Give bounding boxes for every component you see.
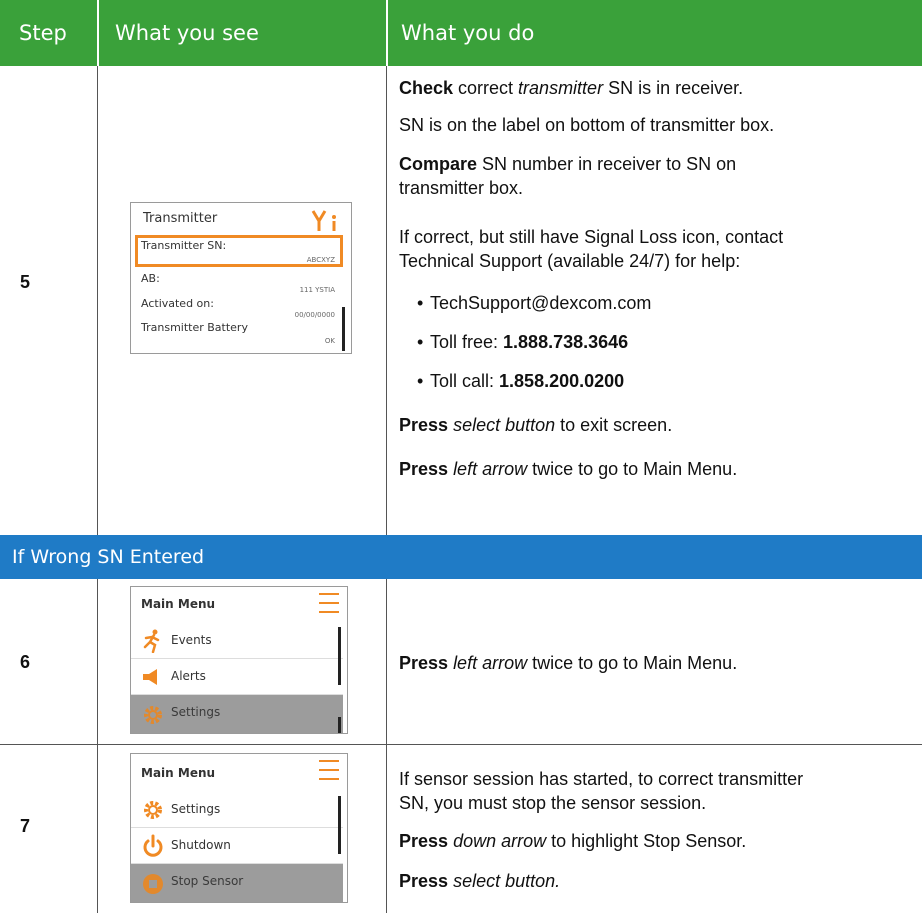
- signal-loss-info-icon: [311, 210, 336, 231]
- menu-item-settings: Settings: [131, 695, 343, 733]
- menu-icon: [319, 760, 339, 787]
- instruction-line: Press select button.: [399, 871, 561, 891]
- transmitter-screen: Transmitter Transmitter SN: ABCXYZ AB: 1…: [130, 202, 352, 354]
- screen-title: Main Menu: [141, 766, 216, 780]
- instruction-line: Press down arrow to highlight Stop Senso…: [399, 831, 747, 851]
- screen-item-label: AB:: [141, 272, 160, 285]
- scrollbar: [338, 627, 341, 685]
- column-divider: [386, 66, 387, 535]
- column-divider: [386, 579, 387, 913]
- menu-item-label: Alerts: [171, 669, 206, 683]
- menu-item-stop-sensor: Stop Sensor: [131, 864, 343, 902]
- screen-title: Transmitter: [143, 211, 218, 226]
- instruction-line: Check correct transmitter SN is in recei…: [399, 78, 744, 98]
- toll-call-number: Toll call: 1.858.200.0200: [417, 370, 624, 392]
- running-person-icon: [143, 629, 160, 653]
- instruction-line: If sensor session has started, to correc…: [399, 769, 804, 789]
- instruction-line: Press select button to exit screen.: [399, 415, 673, 435]
- main-menu-screen: Main Menu Settings Shutdown Stop Sensor: [130, 753, 348, 903]
- header-what-you-do: What you do: [386, 0, 922, 66]
- menu-icon: [319, 593, 339, 620]
- speaker-icon: [143, 669, 157, 685]
- instruction-line: transmitter box.: [399, 178, 524, 198]
- support-email: TechSupport@dexcom.com: [417, 292, 651, 314]
- main-menu-screen: Main Menu Events Alerts Settings: [130, 586, 348, 734]
- step-number: 7: [20, 816, 31, 836]
- step-number: 6: [20, 652, 31, 672]
- power-icon: [143, 834, 163, 857]
- instruction-line: Technical Support (available 24/7) for h…: [399, 251, 741, 271]
- scrollbar: [342, 307, 345, 351]
- instruction-line: SN, you must stop the sensor session.: [399, 793, 707, 813]
- instruction-line: If correct, but still have Signal Loss i…: [399, 227, 784, 247]
- menu-item-events: Events: [131, 623, 343, 659]
- screen-title: Main Menu: [141, 597, 216, 611]
- menu-item-label: Settings: [171, 705, 221, 719]
- column-divider: [97, 66, 98, 535]
- section-banner: If Wrong SN Entered: [0, 535, 922, 579]
- menu-item-alerts: Alerts: [131, 659, 343, 695]
- instruction-line: Press left arrow twice to go to Main Men…: [399, 459, 738, 479]
- menu-item-settings: Settings: [131, 792, 343, 828]
- menu-item-label: Settings: [171, 802, 221, 816]
- screen-item-value: 111 YSTIA: [299, 286, 335, 294]
- menu-item-label: Events: [171, 633, 212, 647]
- toll-free-number: Toll free: 1.888.738.3646: [417, 331, 628, 353]
- stop-sensor-icon: [143, 874, 163, 894]
- menu-item-shutdown: Shutdown: [131, 828, 343, 864]
- header-step: Step: [0, 0, 97, 66]
- gear-icon: [144, 706, 162, 724]
- screen-item-label: Activated on:: [141, 297, 214, 310]
- instruction-line: Press left arrow twice to go to Main Men…: [399, 653, 738, 673]
- row-divider: [0, 744, 922, 745]
- scrollbar: [338, 796, 341, 854]
- screen-item-value: 00/00/0000: [294, 311, 335, 319]
- header-what-you-see: What you see: [97, 0, 386, 66]
- menu-item-label: Stop Sensor: [171, 874, 244, 888]
- gear-icon: [144, 801, 162, 819]
- scrollbar: [338, 717, 341, 733]
- menu-item-label: Shutdown: [171, 838, 231, 852]
- screen-item-label: Transmitter SN:: [141, 239, 227, 252]
- screen-item-value: OK: [324, 337, 335, 345]
- instruction-line: SN is on the label on bottom of transmit…: [399, 115, 775, 135]
- instruction-line: Compare SN number in receiver to SN on: [399, 154, 737, 174]
- column-divider: [97, 579, 98, 913]
- step-number: 5: [20, 272, 31, 292]
- screen-item-value: ABCXYZ: [306, 256, 335, 264]
- screen-item-label: Transmitter Battery: [141, 321, 248, 334]
